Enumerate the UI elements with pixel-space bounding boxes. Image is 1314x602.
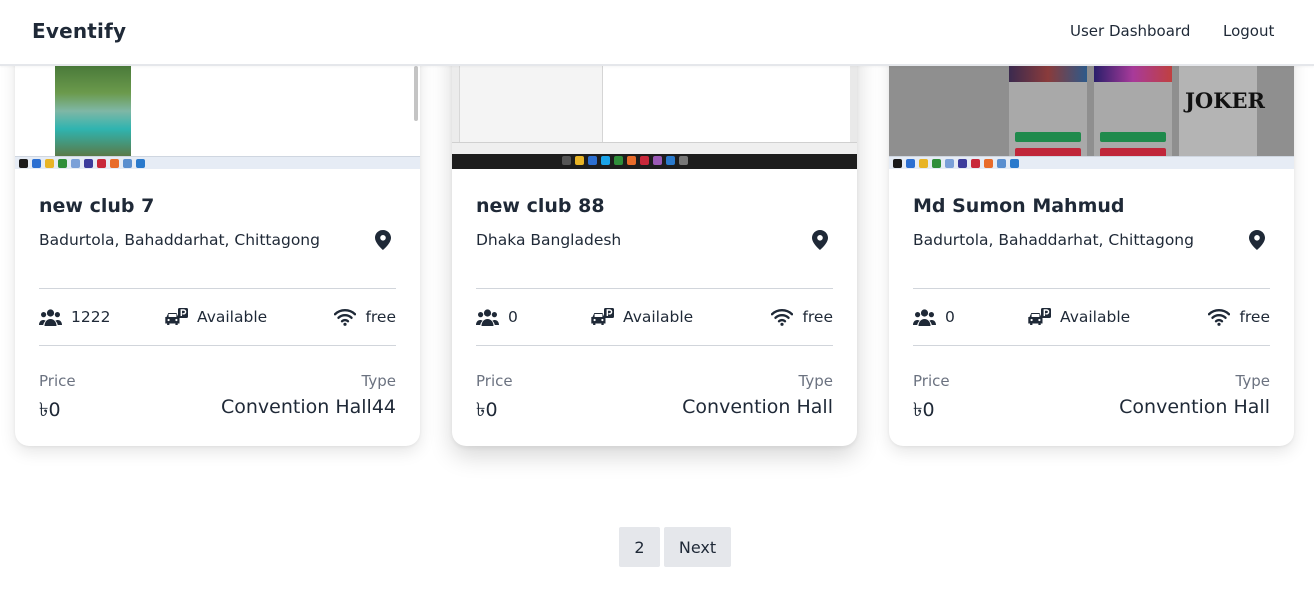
- venue-location: Badurtola, Bahaddarhat, Chittagong: [913, 231, 1194, 249]
- wifi-feature: free: [771, 302, 833, 332]
- venue-title[interactable]: new club 88: [476, 195, 605, 217]
- divider: [913, 345, 1270, 346]
- capacity-value: 1222: [71, 308, 111, 326]
- wifi-value: free: [802, 308, 833, 326]
- price-value: ৳0: [476, 399, 498, 421]
- venue-title[interactable]: new club 7: [39, 195, 154, 217]
- car-parking-icon: [165, 307, 188, 325]
- users-icon: [39, 308, 62, 326]
- wifi-value: free: [365, 308, 396, 326]
- page-2-button[interactable]: 2: [619, 527, 660, 567]
- divider: [913, 288, 1270, 289]
- location-pin-icon: [812, 230, 828, 250]
- venue-title[interactable]: Md Sumon Mahmud: [913, 195, 1125, 217]
- thumbnail-taskbar: [452, 154, 857, 169]
- car-parking-icon: [591, 307, 614, 325]
- thumbnail-statusbar: [452, 142, 857, 154]
- price-label: Price: [913, 372, 950, 390]
- car-parking-icon: [1028, 307, 1051, 325]
- wifi-icon: [334, 309, 357, 326]
- venue-location: Badurtola, Bahaddarhat, Chittagong: [39, 231, 320, 249]
- wifi-feature: free: [334, 302, 396, 332]
- type-value: Convention Hall: [1119, 396, 1270, 418]
- wifi-icon: [771, 309, 794, 326]
- wifi-icon: [1208, 309, 1231, 326]
- divider: [39, 345, 396, 346]
- venue-card[interactable]: new club 88 Dhaka Bangladesh 0 Available…: [452, 30, 857, 446]
- location-pin-icon: [1249, 230, 1265, 250]
- venue-location: Dhaka Bangladesh: [476, 231, 622, 249]
- nav-user-dashboard-link[interactable]: User Dashboard: [1070, 22, 1190, 40]
- parking-feature: Available: [164, 302, 267, 332]
- parking-value: Available: [1060, 308, 1131, 326]
- divider: [476, 345, 833, 346]
- top-navbar: Eventify User Dashboard Logout: [0, 0, 1314, 66]
- capacity-feature: 1222: [39, 302, 110, 332]
- capacity-feature: 0: [913, 302, 955, 332]
- price-value: ৳0: [39, 399, 61, 421]
- wifi-value: free: [1239, 308, 1270, 326]
- users-icon: [913, 308, 936, 326]
- nav-logout-link[interactable]: Logout: [1223, 22, 1274, 40]
- thumbnail-scrollbar: [414, 66, 418, 121]
- price-label: Price: [39, 372, 76, 390]
- venue-features: 1222 Available free: [39, 302, 396, 332]
- wifi-feature: free: [1208, 302, 1270, 332]
- thumbnail-tile: [1009, 66, 1087, 158]
- venue-features: 0 Available free: [913, 302, 1270, 332]
- capacity-value: 0: [508, 308, 518, 326]
- next-page-button[interactable]: Next: [664, 527, 731, 567]
- parking-feature: Available: [590, 302, 693, 332]
- waterfall-photo: [55, 66, 131, 156]
- thumbnail-editor-pane: [602, 66, 850, 144]
- type-label: Type: [361, 372, 396, 390]
- type-label: Type: [798, 372, 833, 390]
- price-label: Price: [476, 372, 513, 390]
- parking-feature: Available: [1027, 302, 1130, 332]
- capacity-feature: 0: [476, 302, 518, 332]
- thumbnail-tile: [1094, 66, 1172, 158]
- venue-features: 0 Available free: [476, 302, 833, 332]
- capacity-value: 0: [945, 308, 955, 326]
- divider: [476, 288, 833, 289]
- type-label: Type: [1235, 372, 1270, 390]
- type-value: Convention Hall44: [220, 396, 396, 418]
- divider: [39, 288, 396, 289]
- location-pin-icon: [375, 230, 391, 250]
- price-value: ৳0: [913, 399, 935, 421]
- users-icon: [476, 308, 499, 326]
- parking-value: Available: [623, 308, 694, 326]
- brand-logo[interactable]: Eventify: [32, 19, 126, 43]
- pagination: 2 Next: [619, 527, 731, 567]
- parking-value: Available: [197, 308, 268, 326]
- venue-card[interactable]: new club 7 Badurtola, Bahaddarhat, Chitt…: [15, 30, 420, 446]
- joker-text: JOKER: [1185, 88, 1265, 113]
- type-value: Convention Hall: [682, 396, 833, 418]
- thumbnail-taskbar: [15, 156, 420, 169]
- venue-card[interactable]: JOKER Md Sumon Mahmud Badurtola, Bahadda…: [889, 30, 1294, 446]
- thumbnail-joker-tile: JOKER: [1179, 66, 1265, 158]
- thumbnail-taskbar: [889, 156, 1294, 169]
